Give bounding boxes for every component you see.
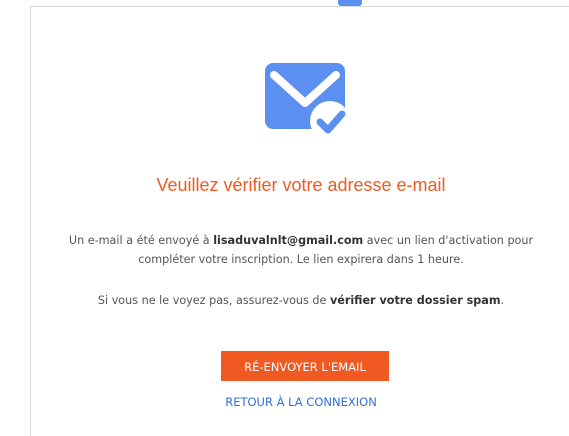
resend-email-button[interactable]: RÉ-ENVOYER L'EMAIL: [221, 351, 389, 381]
sent-message-suffix: avec un lien d'activation pour: [363, 234, 534, 247]
back-to-login-link[interactable]: RETOUR À LA CONNEXION: [31, 395, 569, 409]
sent-message: Un e-mail a été envoyé à lisaduvalnlt@gm…: [31, 231, 569, 269]
envelope-check-icon: [264, 61, 354, 141]
spam-hint-bold: vérifier votre dossier spam: [329, 294, 501, 307]
page-title: Veuillez vérifier votre adresse e-mail: [156, 175, 446, 195]
spam-hint-prefix: Si vous ne le voyez pas, assurez-vous de: [97, 294, 330, 307]
sent-message-prefix: Un e-mail a été envoyé à: [68, 234, 214, 247]
spam-hint: Si vous ne le voyez pas, assurez-vous de…: [31, 291, 569, 310]
verify-card: Veuillez vérifier votre adresse e-mail U…: [30, 6, 569, 436]
sent-message-line2: compléter votre inscription. Le lien exp…: [138, 253, 464, 266]
spam-hint-suffix: .: [500, 294, 505, 307]
email-address: lisaduvalnlt@gmail.com: [213, 234, 364, 247]
